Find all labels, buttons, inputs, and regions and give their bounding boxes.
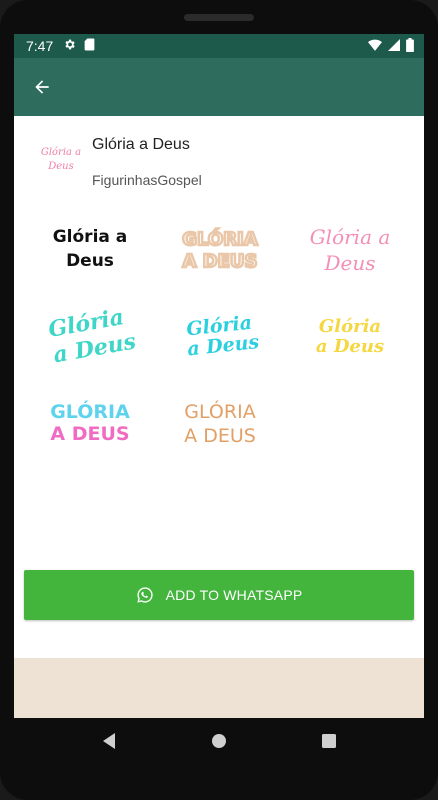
pack-icon-line1: Glória a (41, 147, 81, 158)
sticker-text-line2: A DEUS (184, 425, 256, 447)
nav-back-button[interactable] (97, 729, 121, 753)
sticker-text-line1: Glória a (53, 227, 128, 247)
sticker-text-line1: Glória a (310, 225, 391, 249)
phone-frame: 7:47 Glória a Deus Glória a Deus Figurin… (0, 0, 438, 800)
sd-card-icon (84, 38, 95, 54)
whatsapp-icon (136, 586, 154, 604)
sticker-item[interactable]: GLÓRIA A DEUS (160, 206, 280, 286)
sticker-text-line2: a Deus (316, 336, 384, 357)
app-bar (14, 58, 424, 116)
sticker-item[interactable]: Glória a Deus (30, 294, 150, 374)
pack-publisher: FigurinhasGospel (92, 172, 202, 188)
nav-home-button[interactable] (207, 729, 231, 753)
pack-tray-icon: Glória a Deus (36, 134, 86, 184)
sticker-text-line1: GLÓRIA (182, 228, 257, 250)
sticker-item[interactable]: Glória a Deus (290, 206, 410, 286)
battery-icon (406, 37, 414, 55)
add-to-whatsapp-label: ADD TO WHATSAPP (165, 587, 303, 603)
back-button[interactable] (26, 71, 58, 103)
back-arrow-icon (35, 80, 49, 94)
nav-recents-button[interactable] (317, 729, 341, 753)
sticker-text-line2: Deus (323, 251, 375, 275)
pack-title: Glória a Deus (92, 136, 190, 153)
status-time: 7:47 (26, 38, 54, 54)
sticker-item[interactable]: Glória a Deus (30, 206, 150, 286)
signal-icon (388, 38, 400, 54)
settings-icon (63, 38, 76, 54)
pack-icon-line2: Deus (47, 161, 74, 172)
add-to-whatsapp-button[interactable]: ADD TO WHATSAPP (24, 570, 414, 620)
nav-home-icon (212, 734, 226, 748)
system-nav-bar (0, 718, 438, 764)
nav-back-icon (103, 733, 115, 749)
wifi-icon (368, 38, 382, 54)
sticker-item[interactable]: GLÓRIA A DEUS (30, 382, 150, 462)
sticker-text-line2: Deus (66, 251, 114, 271)
pack-header: Glória a Deus Glória a Deus FigurinhasGo… (14, 116, 424, 206)
sticker-text-line2: A DEUS (50, 423, 129, 445)
status-bar: 7:47 (14, 34, 424, 58)
bottom-banner-strip (14, 658, 424, 718)
screen: 7:47 Glória a Deus Glória a Deus Figurin… (14, 34, 424, 718)
sticker-text-line1: GLÓRIA (184, 399, 255, 423)
speaker-grille (184, 14, 254, 21)
nav-recents-icon (322, 734, 336, 748)
sticker-item[interactable]: Glória a Deus (290, 294, 410, 374)
sticker-item[interactable]: GLÓRIA A DEUS (160, 382, 280, 462)
sticker-text-line2: A DEUS (182, 251, 257, 272)
sticker-text-line1: GLÓRIA (50, 399, 130, 423)
sticker-item[interactable]: Glória a Deus (160, 294, 280, 374)
sticker-text-line1: Glória (319, 316, 381, 337)
